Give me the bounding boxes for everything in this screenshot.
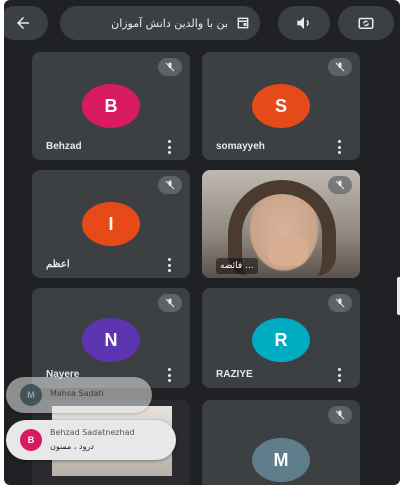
participant-name: somayyeh <box>216 141 265 152</box>
mic-off-icon <box>328 406 352 424</box>
switch-camera-button[interactable] <box>338 6 394 40</box>
meeting-title-pill[interactable]: بن با والدین دانش آموزان <box>60 6 260 40</box>
avatar: N <box>82 318 140 362</box>
arrow-left-icon <box>17 17 29 29</box>
notification-sender: Behzad Sadatnezhad <box>50 428 135 437</box>
participant-name: RAZIYE <box>216 369 253 380</box>
more-options-icon[interactable] <box>336 140 342 154</box>
back-button[interactable] <box>4 6 48 40</box>
more-options-icon[interactable] <box>166 258 172 272</box>
participant-tile[interactable]: M <box>202 400 360 485</box>
more-options-icon[interactable] <box>166 140 172 154</box>
avatar: I <box>82 202 140 246</box>
avatar: S <box>252 84 310 128</box>
avatar: R <box>252 318 310 362</box>
avatar: M <box>20 384 42 406</box>
notification-sender: Mahsa Sadati <box>50 389 104 398</box>
participant-name: Behzad <box>46 141 82 152</box>
participant-tile[interactable]: B Behzad <box>32 52 190 160</box>
chat-notification[interactable]: M Mahsa Sadati <box>6 377 152 413</box>
meeting-title: بن با والدین دانش آموزان <box>111 16 228 30</box>
mic-off-icon <box>158 176 182 194</box>
top-bar: بن با والدین دانش آموزان <box>4 0 400 46</box>
avatar: M <box>252 438 310 482</box>
participant-video-tile[interactable]: ... فائضه <box>202 170 360 278</box>
participant-tile[interactable]: N Nayere <box>32 288 190 388</box>
participant-tile[interactable]: R RAZIYE <box>202 288 360 388</box>
participant-tile[interactable]: I اعظم <box>32 170 190 278</box>
avatar: B <box>20 429 42 451</box>
more-options-icon[interactable] <box>336 368 342 382</box>
calendar-icon <box>237 17 249 29</box>
mic-off-icon <box>328 176 352 194</box>
mic-off-icon <box>328 294 352 312</box>
speaker-icon <box>297 17 309 29</box>
meet-screen: بن با والدین دانش آموزان B Behzad S soma… <box>4 0 400 485</box>
switch-camera-icon <box>358 17 374 29</box>
participant-name: ... فائضه <box>216 258 258 274</box>
more-options-icon[interactable] <box>166 368 172 382</box>
notification-message: درود ، ممنون <box>50 442 94 451</box>
participant-tile[interactable]: S somayyeh <box>202 52 360 160</box>
audio-output-button[interactable] <box>278 6 330 40</box>
mic-off-icon <box>158 294 182 312</box>
chat-notification[interactable]: B Behzad Sadatnezhad درود ، ممنون <box>6 420 176 460</box>
scroll-handle[interactable] <box>397 277 400 315</box>
participant-video-hand <box>268 236 308 266</box>
avatar: B <box>82 84 140 128</box>
mic-off-icon <box>158 58 182 76</box>
participant-name: اعظم <box>46 259 70 270</box>
mic-off-icon <box>328 58 352 76</box>
